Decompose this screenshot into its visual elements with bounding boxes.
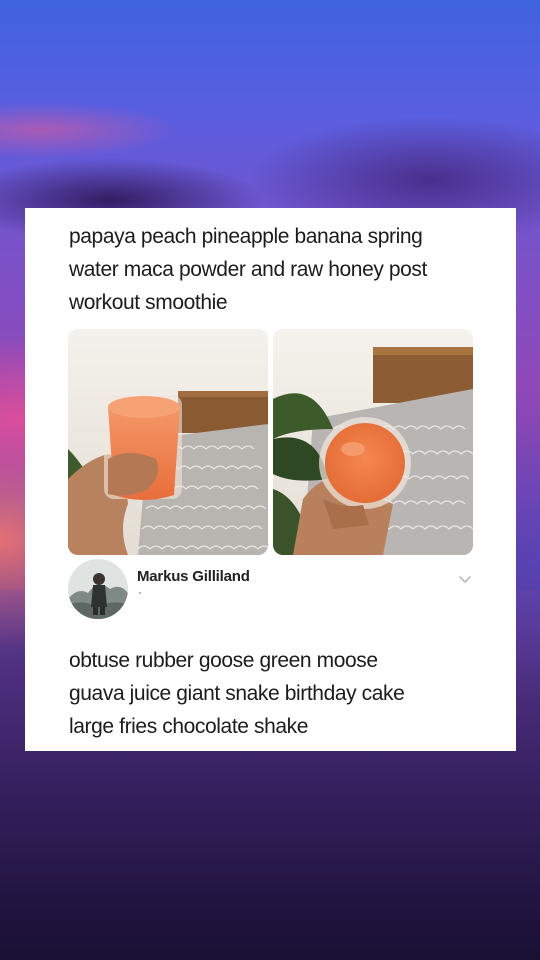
reply-line: obtuse rubber goose green moose — [69, 649, 378, 672]
author-name[interactable]: Markus Gilliland — [137, 568, 250, 585]
reply-text: obtuse rubber goose green moose guava ju… — [69, 644, 489, 743]
caption-line: water maca powder and raw honey post — [69, 258, 427, 281]
smoothie-photo-left[interactable] — [68, 329, 268, 555]
caption-line: workout smoothie — [69, 291, 228, 314]
smoothie-photo-right[interactable] — [273, 329, 473, 555]
post-caption: papaya peach pineapple banana spring wat… — [69, 220, 489, 319]
avatar[interactable] — [68, 559, 128, 619]
author-meta-dot — [139, 592, 141, 594]
caption-line: papaya peach pineapple banana spring — [69, 225, 423, 248]
reply-line: large fries chocolate shake — [69, 715, 309, 738]
post-card: papaya peach pineapple banana spring wat… — [25, 208, 516, 751]
chevron-down-icon[interactable] — [458, 572, 472, 583]
reply-line: guava juice giant snake birthday cake — [69, 682, 405, 705]
